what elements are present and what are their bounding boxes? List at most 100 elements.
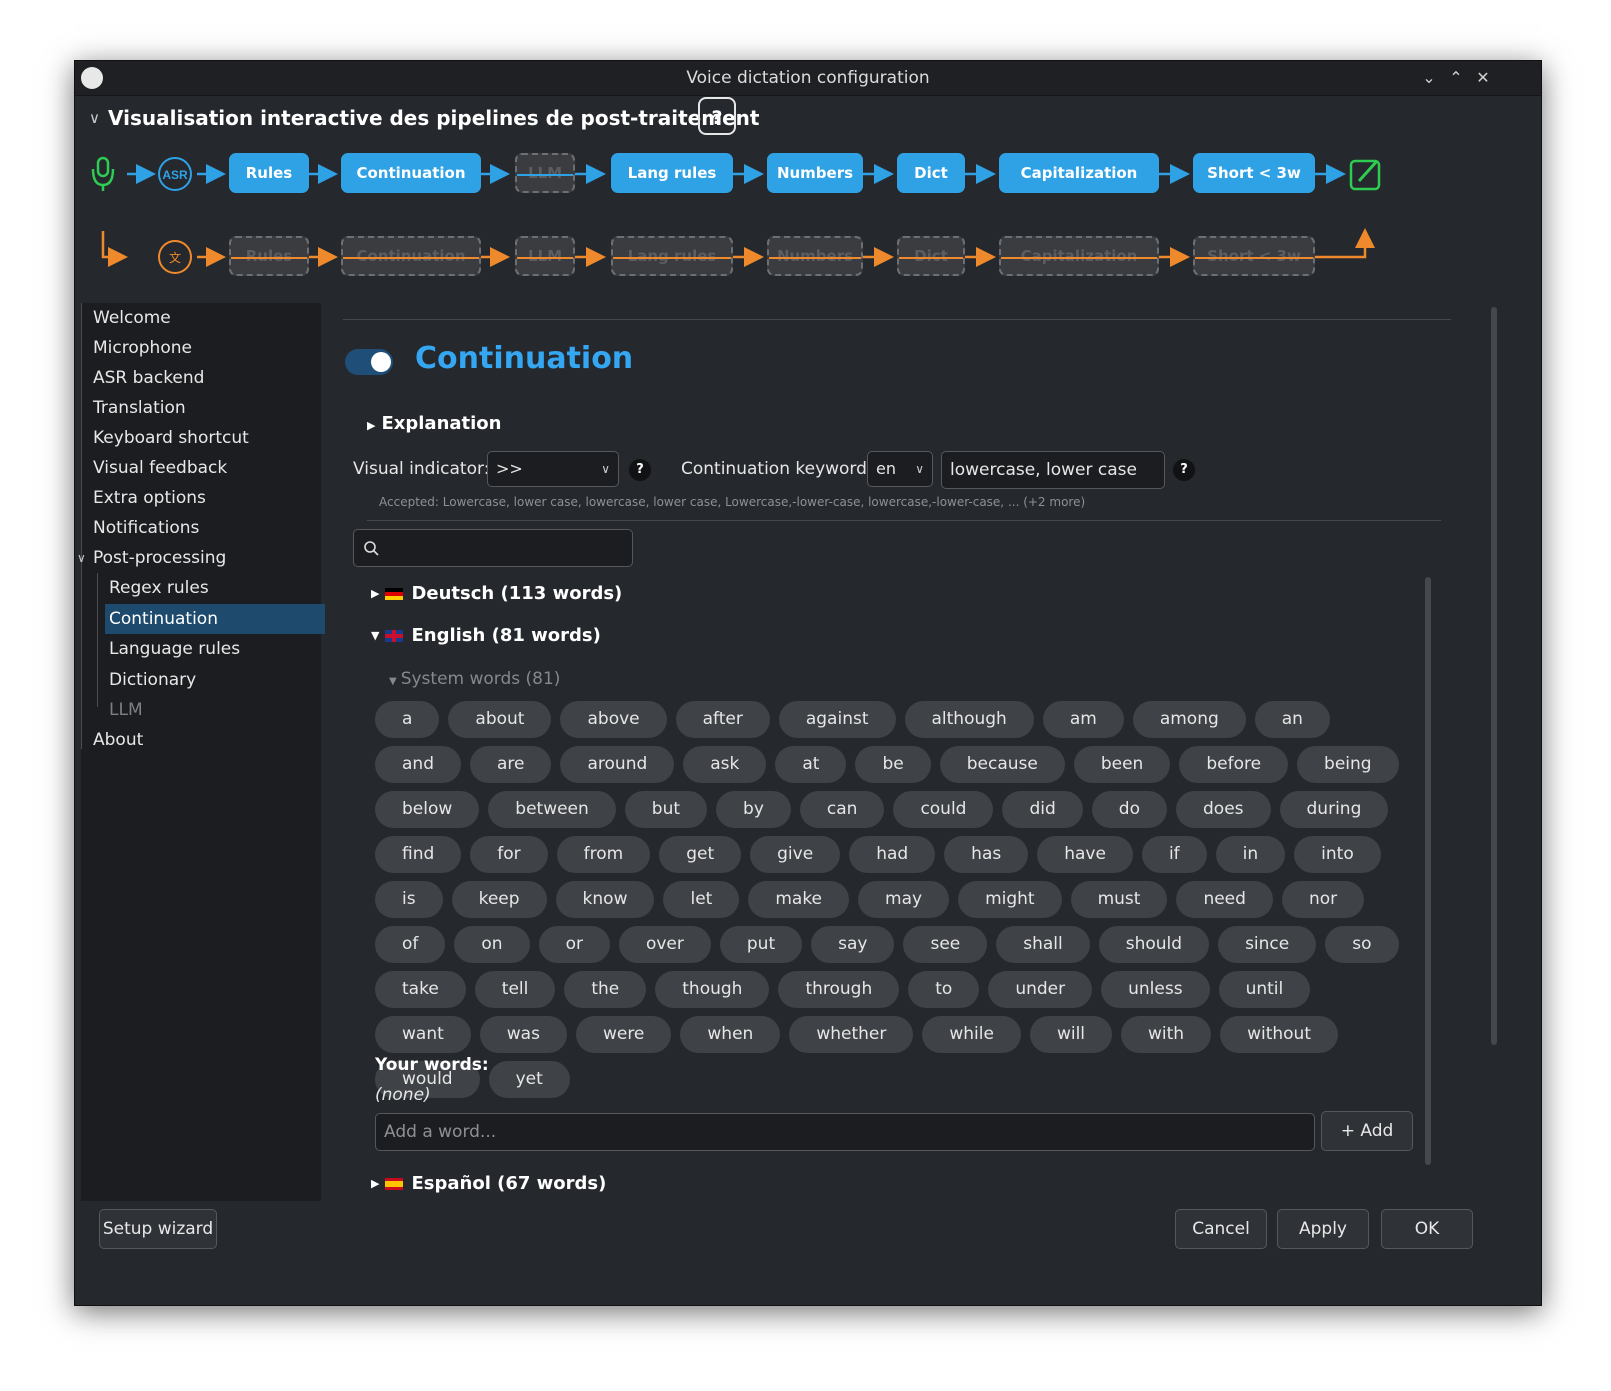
word-chip[interactable]: must <box>1070 881 1168 918</box>
word-chip[interactable]: might <box>958 881 1062 918</box>
word-chip[interactable]: had <box>849 836 936 873</box>
word-chip[interactable]: need <box>1176 881 1273 918</box>
word-chip[interactable]: could <box>893 791 994 828</box>
stage-dict[interactable]: Dict <box>897 153 965 193</box>
word-chip[interactable]: though <box>655 971 770 1008</box>
word-chip[interactable]: was <box>479 1016 567 1053</box>
language-deutsch[interactable]: ▶ Deutsch (113 words) <box>371 583 622 604</box>
word-chip[interactable]: an <box>1254 701 1330 738</box>
keyword-input[interactable]: lowercase, lower case <box>941 451 1165 489</box>
word-chip[interactable]: with <box>1121 1016 1212 1053</box>
word-chip[interactable]: through <box>778 971 900 1008</box>
word-chip[interactable]: see <box>903 926 988 963</box>
stage-continuation[interactable]: Continuation <box>341 153 481 193</box>
language-espanol[interactable]: ▶ Español (67 words) <box>371 1173 606 1194</box>
word-chip[interactable]: below <box>375 791 480 828</box>
word-chip[interactable]: being <box>1297 746 1399 783</box>
word-chip[interactable]: make <box>748 881 850 918</box>
word-chip[interactable]: when <box>680 1016 781 1053</box>
stage-numbers[interactable]: Numbers <box>767 153 863 193</box>
tr-stage-capitalization[interactable]: Capitalization <box>999 236 1159 276</box>
word-chip[interactable]: from <box>556 836 651 873</box>
word-chip[interactable]: in <box>1215 836 1286 873</box>
stage-short[interactable]: Short < 3w <box>1193 153 1315 193</box>
word-chip[interactable]: ask <box>683 746 767 783</box>
word-chip[interactable]: may <box>858 881 950 918</box>
word-chip[interactable]: until <box>1218 971 1311 1008</box>
word-chip[interactable]: and <box>375 746 461 783</box>
stage-rules[interactable]: Rules <box>229 153 309 193</box>
sidebar-item-keyboard-shortcut[interactable]: Keyboard shortcut <box>93 423 249 453</box>
word-chip[interactable]: at <box>775 746 847 783</box>
ok-button[interactable]: OK <box>1381 1209 1473 1249</box>
word-chip[interactable]: under <box>988 971 1093 1008</box>
word-chip[interactable]: the <box>564 971 647 1008</box>
word-chip[interactable]: unless <box>1101 971 1210 1008</box>
word-chip[interactable]: so <box>1325 926 1399 963</box>
word-chip[interactable]: will <box>1029 1016 1113 1053</box>
word-chip[interactable]: although <box>904 701 1034 738</box>
word-chip[interactable]: keep <box>451 881 547 918</box>
word-chip[interactable]: give <box>750 836 841 873</box>
word-chip[interactable]: above <box>560 701 667 738</box>
word-chip[interactable]: for <box>470 836 548 873</box>
visual-indicator-help[interactable]: ? <box>629 459 651 481</box>
word-chip[interactable]: put <box>719 926 803 963</box>
add-word-input[interactable]: Add a word... <box>375 1113 1315 1151</box>
word-chip[interactable]: without <box>1220 1016 1339 1053</box>
tr-stage-llm[interactable]: LLM <box>515 236 575 276</box>
word-chip[interactable]: because <box>939 746 1065 783</box>
word-chip[interactable]: have <box>1037 836 1133 873</box>
word-chip[interactable]: to <box>908 971 980 1008</box>
sidebar-item-about[interactable]: About <box>93 725 143 755</box>
word-chip[interactable]: take <box>375 971 466 1008</box>
sidebar-item-continuation[interactable]: Continuation <box>105 604 325 634</box>
word-chip[interactable]: of <box>375 926 446 963</box>
word-chip[interactable]: does <box>1176 791 1271 828</box>
word-chip[interactable]: were <box>575 1016 672 1053</box>
add-word-button[interactable]: + Add <box>1321 1111 1413 1151</box>
sidebar-item-translation[interactable]: Translation <box>93 393 186 423</box>
apply-button[interactable]: Apply <box>1277 1209 1369 1249</box>
stage-llm[interactable]: LLM <box>515 153 575 193</box>
word-chip[interactable]: did <box>1002 791 1083 828</box>
word-chip[interactable]: can <box>799 791 885 828</box>
visual-indicator-select[interactable]: >> ∨ <box>487 451 619 487</box>
word-chip[interactable]: are <box>469 746 552 783</box>
sidebar-item-visual-feedback[interactable]: Visual feedback <box>93 453 227 483</box>
word-chip[interactable]: yet <box>488 1061 570 1098</box>
explanation-toggle[interactable]: ▶ Explanation <box>367 413 502 434</box>
word-chip[interactable]: before <box>1179 746 1289 783</box>
word-chip[interactable]: be <box>855 746 931 783</box>
word-chip[interactable]: should <box>1098 926 1210 963</box>
system-words-toggle[interactable]: ▼ System words (81) <box>389 669 560 689</box>
sidebar-item-post-processing[interactable]: Post-processing <box>93 543 226 573</box>
word-chip[interactable]: while <box>922 1016 1021 1053</box>
word-chip[interactable]: do <box>1091 791 1167 828</box>
word-chip[interactable]: around <box>560 746 675 783</box>
tr-stage-numbers[interactable]: Numbers <box>767 236 863 276</box>
sidebar-item-dictionary[interactable]: Dictionary <box>109 665 196 695</box>
sidebar-item-microphone[interactable]: Microphone <box>93 333 192 363</box>
word-chip[interactable]: shall <box>996 926 1090 963</box>
tr-stage-short[interactable]: Short < 3w <box>1193 236 1315 276</box>
sidebar-item-language-rules[interactable]: Language rules <box>109 634 240 664</box>
word-chip[interactable]: a <box>375 701 440 738</box>
sidebar-item-extra-options[interactable]: Extra options <box>93 483 206 513</box>
word-chip[interactable]: or <box>538 926 610 963</box>
word-chip[interactable]: against <box>778 701 896 738</box>
word-chip[interactable]: want <box>375 1016 471 1053</box>
word-chip[interactable]: over <box>618 926 711 963</box>
sidebar-item-regex-rules[interactable]: Regex rules <box>109 573 209 603</box>
word-chip[interactable]: between <box>488 791 616 828</box>
tr-stage-dict[interactable]: Dict <box>897 236 965 276</box>
tr-stage-rules[interactable]: Rules <box>229 236 309 276</box>
search-input[interactable] <box>353 529 633 567</box>
word-chip[interactable]: since <box>1218 926 1317 963</box>
word-chip[interactable]: on <box>454 926 530 963</box>
word-chip[interactable]: among <box>1132 701 1246 738</box>
stage-capitalization[interactable]: Capitalization <box>999 153 1159 193</box>
cancel-button[interactable]: Cancel <box>1175 1209 1267 1249</box>
word-chip[interactable]: let <box>663 881 740 918</box>
word-chip[interactable]: by <box>716 791 791 828</box>
